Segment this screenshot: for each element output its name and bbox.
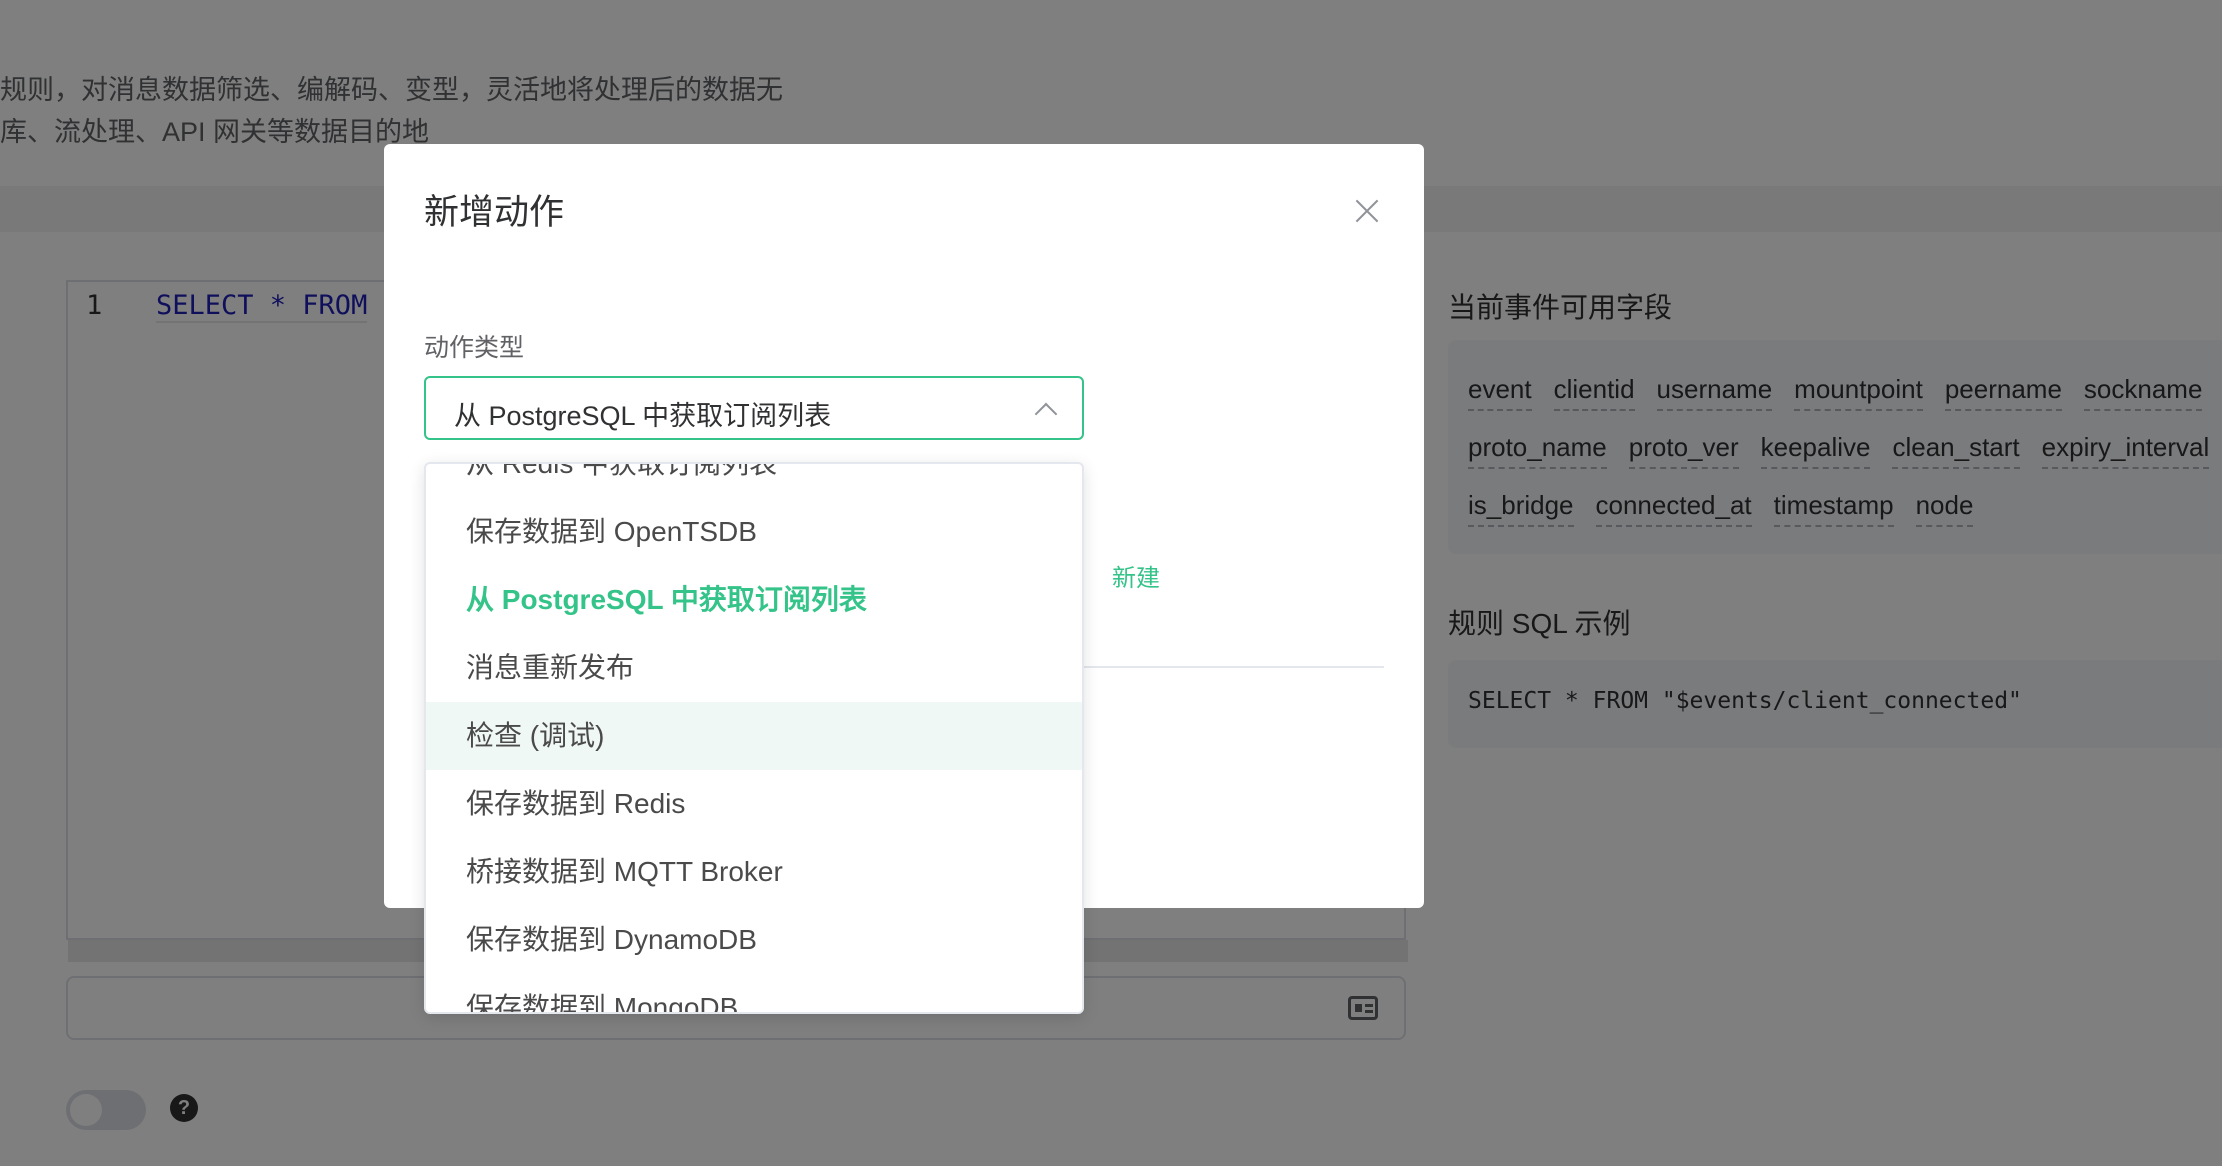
dropdown-option[interactable]: 检查 (调试)	[426, 702, 1082, 770]
dropdown-option[interactable]: 保存数据到 Redis	[426, 770, 1082, 838]
dialog-title: 新增动作	[424, 193, 565, 232]
dropdown-option[interactable]: 保存数据到 OpenTSDB	[426, 498, 1082, 566]
action-type-selected-value: 从 PostgreSQL 中获取订阅列表	[454, 401, 832, 431]
dropdown-option[interactable]: 桥接数据到 MQTT Broker	[426, 838, 1082, 906]
close-icon[interactable]	[1350, 194, 1384, 228]
dropdown-option[interactable]: 从 PostgreSQL 中获取订阅列表	[426, 566, 1082, 634]
dropdown-option[interactable]: 消息重新发布	[426, 634, 1082, 702]
dropdown-option[interactable]: 保存数据到 MongoDB	[426, 974, 1082, 1012]
chevron-up-icon	[1034, 402, 1058, 426]
action-type-label: 动作类型	[424, 334, 525, 362]
dropdown-option[interactable]: 保存数据到 DynamoDB	[426, 906, 1082, 974]
action-type-dropdown[interactable]: 从 Redis 中获取订阅列表 保存数据到 OpenTSDB 从 Postgre…	[424, 462, 1084, 1014]
action-type-select[interactable]: 从 PostgreSQL 中获取订阅列表	[424, 376, 1084, 440]
divider	[1084, 666, 1384, 668]
new-resource-link[interactable]: 新建	[1112, 558, 1160, 593]
dropdown-option-list: 从 Redis 中获取订阅列表 保存数据到 OpenTSDB 从 Postgre…	[426, 464, 1082, 1012]
dropdown-option[interactable]: 从 Redis 中获取订阅列表	[426, 464, 1082, 498]
